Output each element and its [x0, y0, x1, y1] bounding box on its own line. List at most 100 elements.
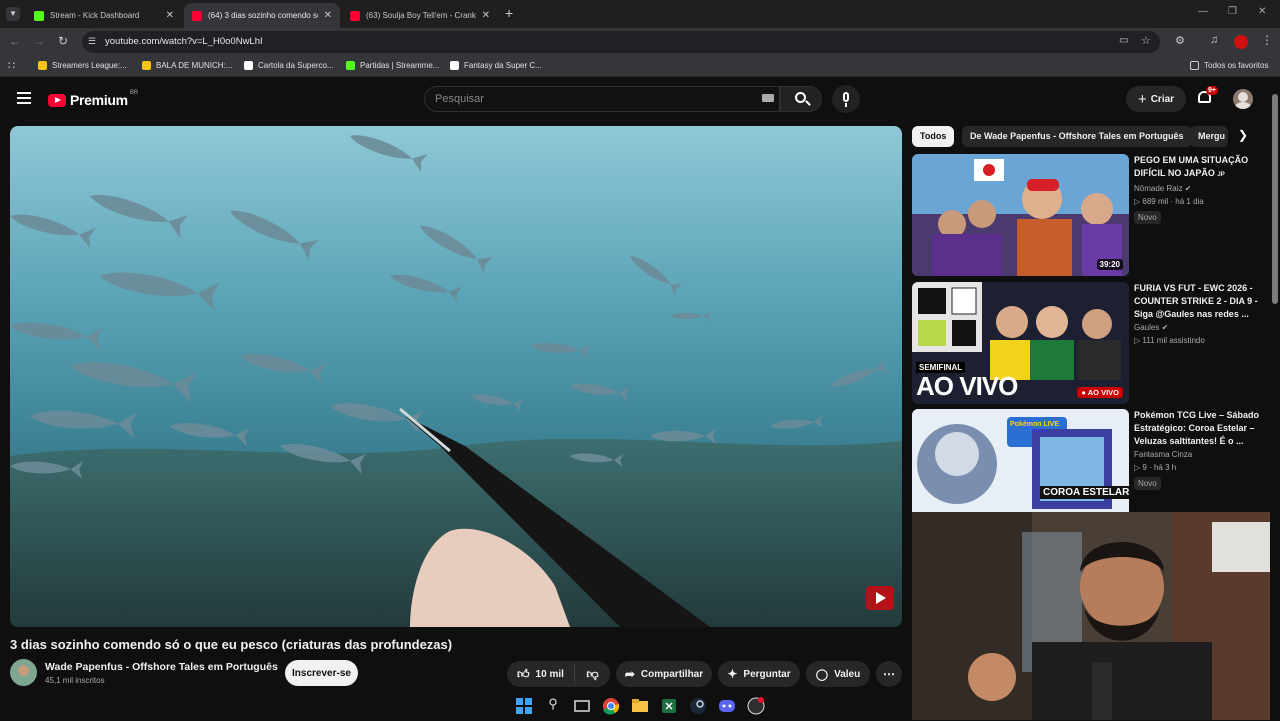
more-actions-button[interactable]: ⋯ — [876, 661, 902, 687]
page-scrollbar[interactable] — [1270, 80, 1280, 720]
chip-more[interactable]: Mergu — [1190, 126, 1228, 147]
minimize-icon[interactable]: — — [1198, 6, 1208, 17]
tab-title: (64) 3 dias sozinho comendo só o que eu … — [208, 11, 318, 20]
video-title: 3 dias sozinho comendo só o que eu pesco… — [10, 637, 453, 652]
youtube-icon — [350, 10, 360, 21]
thanks-button[interactable]: ◯ Valeu — [806, 661, 870, 687]
search-input[interactable]: Pesquisar — [424, 86, 780, 112]
tab-search-icon[interactable]: ▼ — [6, 7, 20, 21]
bookmark-label: Partidas | Streamme... — [360, 61, 440, 70]
browser-tab-strip: ▼ Stream - Kick Dashboard ✕ (64) 3 dias … — [0, 0, 1280, 28]
video-player[interactable] — [10, 126, 902, 627]
recommendation-item[interactable]: 39:20 PEGO EM UMA SITUAÇÃO DIFÍCIL NO JA… — [912, 154, 1270, 278]
taskbar-search-icon[interactable]: ⚲ — [543, 696, 563, 716]
address-bar[interactable]: ☰ youtube.com/watch?v=L_H0o0NwLhI ▭ ☆ — [82, 31, 1160, 53]
profile-avatar[interactable] — [1234, 35, 1248, 49]
recommendation-title: PEGO EM UMA SITUAÇÃO DIFÍCIL NO JAPÃO JP — [1134, 155, 1249, 178]
more-dots-icon: ⋯ — [883, 667, 895, 681]
video-thumbnail[interactable]: 39:20 — [912, 154, 1129, 276]
scrollbar-thumb[interactable] — [1272, 94, 1278, 304]
dislike-button[interactable]: 👎︎ — [575, 667, 610, 682]
bookmark-item[interactable]: Streamers League:... — [38, 61, 127, 70]
keyboard-icon[interactable] — [762, 94, 774, 102]
like-button[interactable]: 👍︎ 10 mil — [507, 665, 575, 683]
chevron-right-icon[interactable]: ❯ — [1238, 128, 1248, 142]
bookmark-label: Cartola da Superco... — [258, 61, 334, 70]
chrome-icon[interactable] — [601, 696, 621, 716]
ask-label: Perguntar — [743, 668, 791, 680]
youtube-logo[interactable]: Premium BR — [48, 90, 138, 108]
chip-channel[interactable]: De Wade Papenfus - Offshore Tales em Por… — [962, 126, 1192, 147]
search-button[interactable] — [780, 86, 822, 112]
file-explorer-icon[interactable] — [630, 696, 650, 716]
subscriber-count: 45,1 mil inscritos — [45, 676, 105, 685]
cast-icon[interactable]: ▭ — [1119, 35, 1128, 46]
hamburger-menu-icon[interactable] — [17, 92, 31, 104]
browser-tab-active[interactable]: (64) 3 dias sozinho comendo só o que eu … — [184, 3, 340, 28]
verified-icon: ✔ — [1161, 323, 1169, 332]
all-favorites-button[interactable]: Todos os favoritos — [1190, 61, 1268, 70]
like-count: 10 mil — [535, 668, 564, 680]
recommendation-item[interactable]: SEMIFINAL AO VIVO ● AO VIVO FURIA VS FUT… — [912, 282, 1270, 406]
bookmark-label: BALA DE MUNICH:... — [156, 61, 233, 70]
channel-name[interactable]: Wade Papenfus - Offshore Tales em Portug… — [45, 661, 278, 673]
browser-toolbar: ← → ↻ ☰ youtube.com/watch?v=L_H0o0NwLhI … — [0, 28, 1280, 56]
video-thumbnail[interactable]: Pokémon LIVE COROA ESTELAR — [912, 409, 1129, 512]
obs-icon[interactable] — [746, 696, 766, 716]
discord-icon[interactable] — [717, 696, 737, 716]
media-icon[interactable]: ♫ — [1210, 34, 1218, 46]
youtube-play-icon — [48, 93, 66, 107]
create-button[interactable]: + Criar — [1126, 86, 1186, 112]
bookmark-item[interactable]: Fantasy da Super C... — [450, 61, 542, 70]
forward-icon[interactable]: → — [33, 34, 45, 48]
share-button[interactable]: ➦ Compartilhar — [616, 661, 712, 687]
video-thumbnail[interactable]: SEMIFINAL AO VIVO ● AO VIVO — [912, 282, 1129, 404]
account-avatar[interactable] — [1233, 89, 1253, 109]
bookmark-item[interactable]: BALA DE MUNICH:... — [142, 61, 232, 70]
recommendation-meta: PEGO EM UMA SITUAÇÃO DIFÍCIL NO JAPÃO JP… — [1134, 154, 1268, 225]
webcam-overlay — [912, 512, 1280, 720]
chip-all[interactable]: Todos — [912, 126, 955, 147]
recommendation-stats: ▷ 689 mil · há 1 dia — [1134, 197, 1204, 206]
back-icon[interactable]: ← — [9, 34, 21, 48]
country-flag: JP — [1217, 172, 1225, 178]
apps-grid-icon[interactable]: ∷ — [8, 59, 15, 72]
thumbs-down-icon: 👎︎ — [586, 666, 599, 681]
menu-dots-icon[interactable]: ⋮ — [1261, 33, 1273, 47]
new-badge: Novo — [1134, 211, 1161, 224]
extensions-icon[interactable]: ⚙ — [1175, 34, 1185, 47]
close-tab-icon[interactable]: ✕ — [166, 10, 174, 21]
verified-icon: ✔ — [1184, 184, 1192, 193]
excel-icon[interactable] — [659, 696, 679, 716]
site-info-icon[interactable]: ☰ — [88, 36, 96, 47]
bookmark-favicon — [346, 61, 355, 70]
thumbs-up-icon: 👍︎ — [517, 666, 530, 681]
close-window-icon[interactable]: ✕ — [1258, 6, 1266, 17]
voice-search-button[interactable] — [832, 85, 860, 113]
thanks-label: Valeu — [834, 668, 861, 680]
reload-icon[interactable]: ↻ — [58, 34, 68, 48]
notifications-button[interactable]: 9+ — [1198, 86, 1218, 108]
restore-icon[interactable]: ❐ — [1228, 6, 1237, 17]
bookmark-star-icon[interactable]: ☆ — [1141, 34, 1151, 47]
windows-start-icon[interactable] — [514, 696, 534, 716]
browser-tab[interactable]: Stream - Kick Dashboard ✕ — [26, 3, 182, 28]
share-icon: ➦ — [624, 667, 635, 681]
task-view-icon[interactable] — [572, 696, 592, 716]
bookmark-item[interactable]: Partidas | Streamme... — [346, 61, 439, 70]
recommendation-title: FURIA VS FUT - EWC 2026 - COUNTER STRIKE… — [1134, 283, 1258, 319]
close-tab-icon[interactable]: ✕ — [324, 10, 332, 21]
browser-tab[interactable]: (63) Soulja Boy Tell'em - Crank That ✕ — [342, 3, 498, 28]
live-icon: ▷ — [1134, 336, 1141, 345]
subscribe-button[interactable]: Inscrever-se — [285, 660, 358, 686]
close-tab-icon[interactable]: ✕ — [482, 10, 490, 21]
favorites-label: Todos os favoritos — [1204, 61, 1269, 70]
ask-button[interactable]: ✦ Perguntar — [718, 661, 800, 687]
video-duration: 39:20 — [1096, 259, 1123, 270]
thumbnail-subtitle: Pokémon LIVE — [1010, 421, 1060, 428]
new-tab-button[interactable]: + — [505, 5, 513, 21]
channel-avatar[interactable] — [10, 659, 37, 686]
thumbnail-caption: AO VIVO — [916, 371, 1018, 401]
bookmark-item[interactable]: Cartola da Superco... — [244, 61, 334, 70]
steam-icon[interactable] — [688, 696, 708, 716]
